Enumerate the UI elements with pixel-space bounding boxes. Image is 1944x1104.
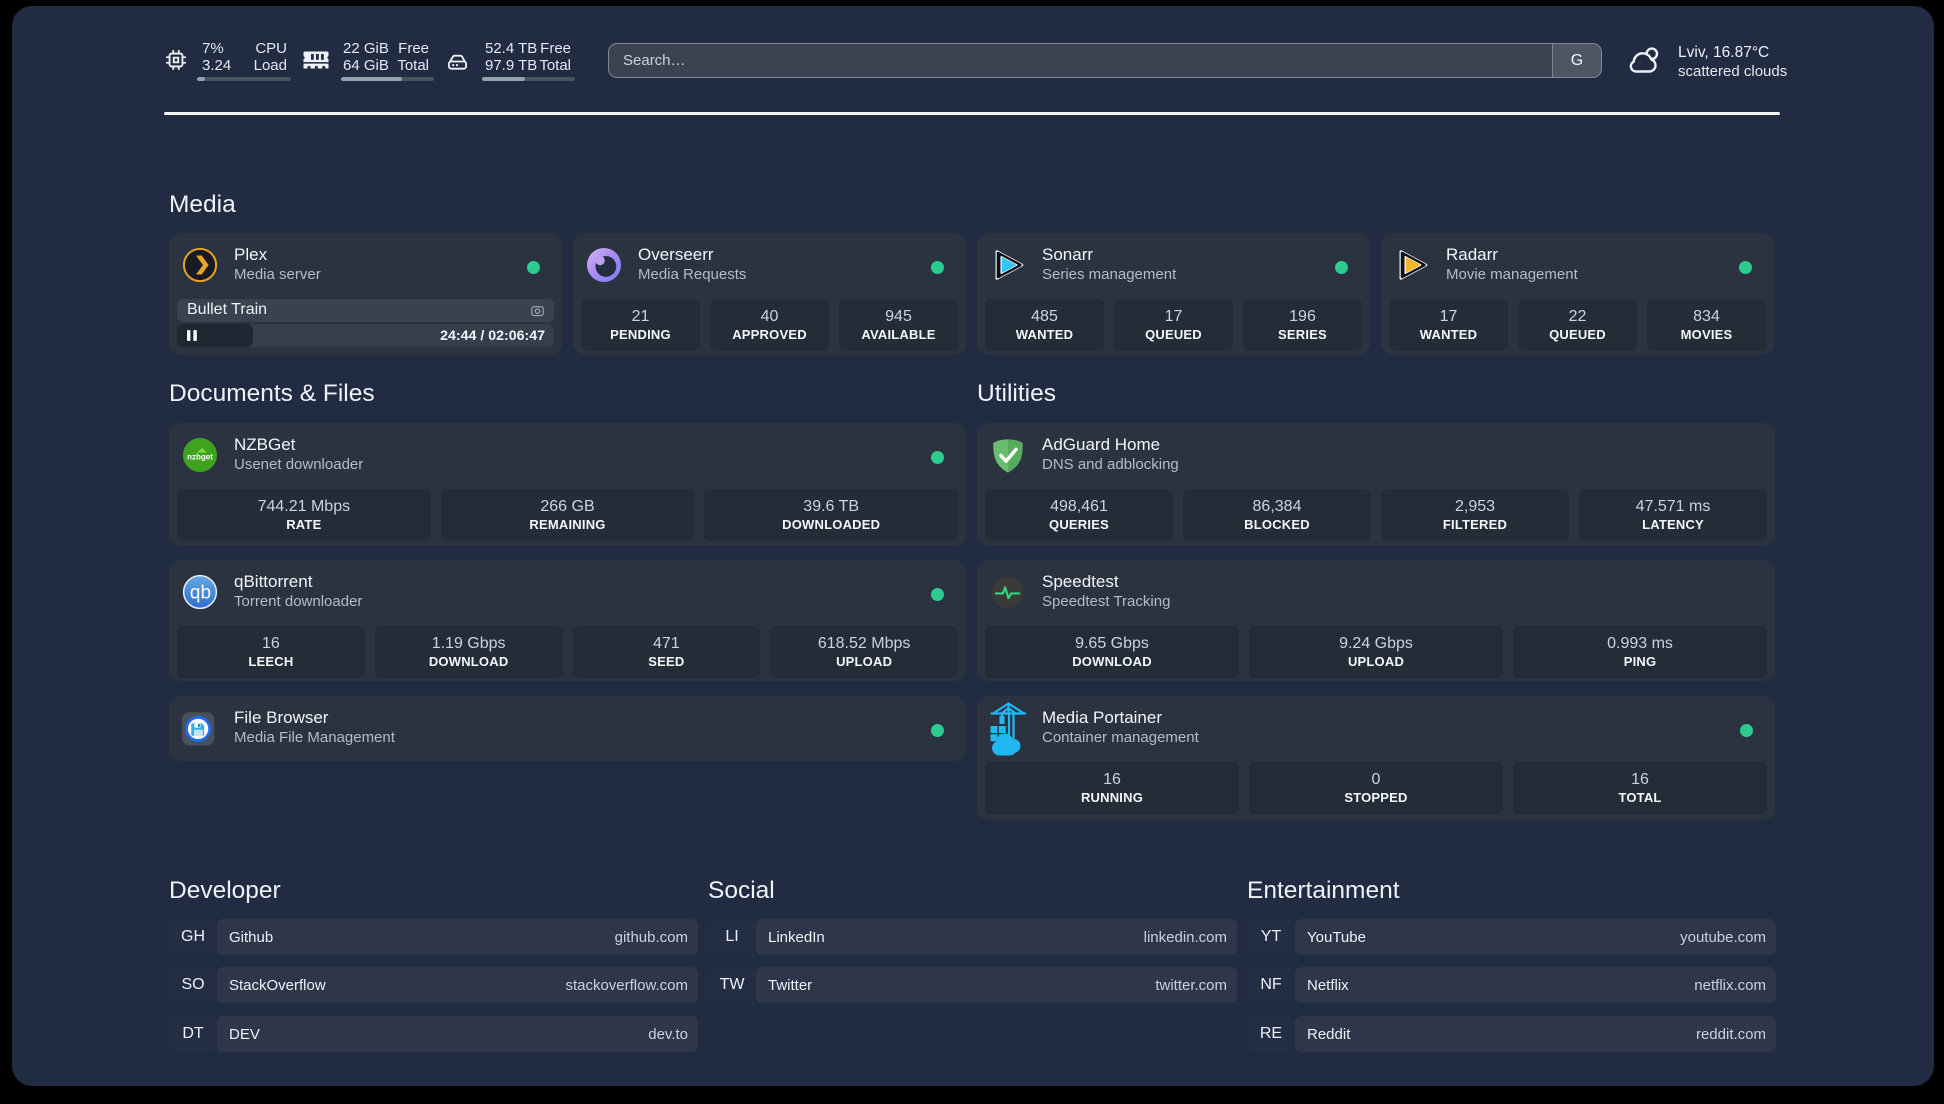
svg-text:qb: qb [190, 583, 211, 604]
svg-text:nzbget: nzbget [187, 452, 213, 461]
